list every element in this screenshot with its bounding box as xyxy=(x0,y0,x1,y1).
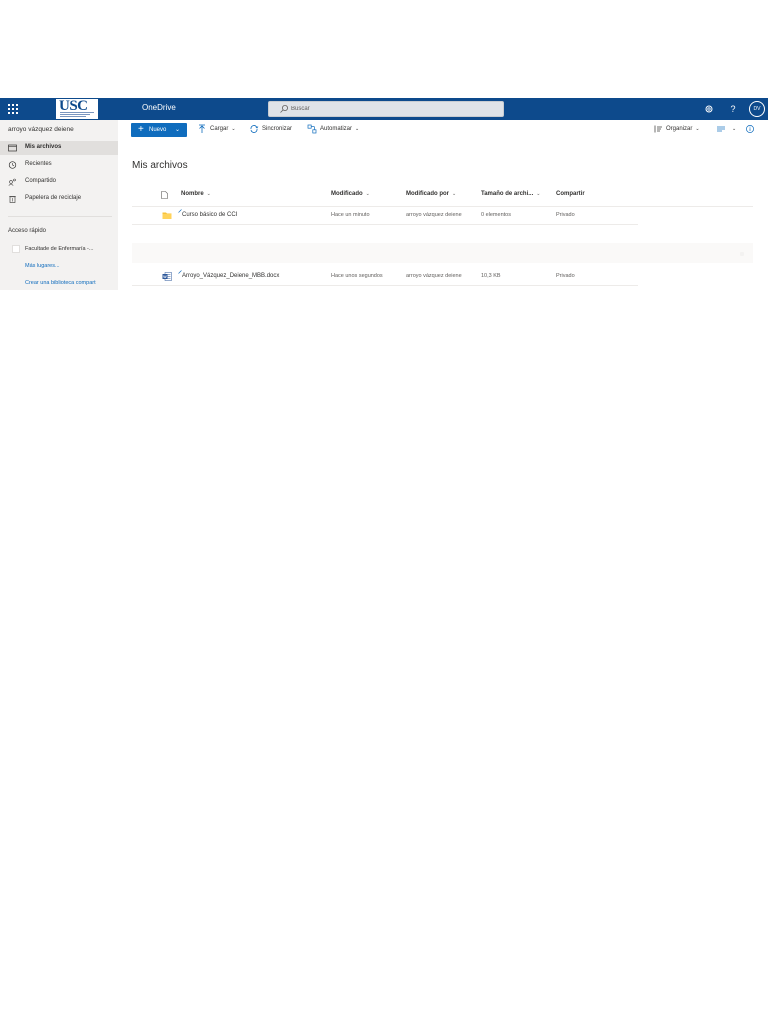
avatar[interactable]: DV xyxy=(749,101,765,117)
chevron-down-icon: ⌄ xyxy=(231,125,236,132)
modified-by-cell[interactable]: arroyo vázquez deiene xyxy=(406,212,462,218)
table-row[interactable]: W Arroyo_Vázquez_Deiene_MBB.docx Hace un… xyxy=(132,268,638,286)
plus-icon: + xyxy=(138,124,144,135)
modified-cell: Hace unos segundos xyxy=(331,273,383,279)
nav-item-label: Compartido xyxy=(25,178,57,184)
size-cell: 10,3 KB xyxy=(481,273,501,279)
upload-label: Cargar xyxy=(210,125,229,132)
nav-item-mis-archivos[interactable]: Mis archivos xyxy=(0,141,118,155)
nav-item-label: Papelera de reciclaje xyxy=(25,195,82,201)
folder-icon xyxy=(8,144,17,152)
modified-by-cell[interactable]: arroyo vázquez deiene xyxy=(406,273,462,279)
chevron-down-icon: ⌄ xyxy=(732,125,737,132)
sync-label: Sincronizar xyxy=(262,125,293,132)
details-pane-button[interactable] xyxy=(745,124,757,136)
upload-button[interactable]: Cargar ⌄ xyxy=(197,124,241,136)
recycle-bin-icon xyxy=(9,196,16,203)
search-box[interactable] xyxy=(268,101,504,117)
file-name[interactable]: Curso básico de CCI xyxy=(182,212,237,218)
organize-label: Organizar xyxy=(666,125,693,132)
view-options-button[interactable]: ⌄ xyxy=(716,124,736,136)
nav-item-label: Recientes xyxy=(25,161,52,167)
app-name[interactable]: OneDrive xyxy=(142,103,176,112)
chevron-down-icon: ⌄ xyxy=(452,191,457,197)
table-row[interactable]: Curso básico de CCI Hace un minuto arroy… xyxy=(132,207,638,225)
info-icon xyxy=(746,125,754,133)
app-launcher-icon[interactable] xyxy=(6,102,20,116)
automate-label: Automatizar xyxy=(320,125,353,132)
sync-button[interactable]: Sincronizar xyxy=(249,124,299,136)
file-name[interactable]: Arroyo_Vázquez_Deiene_MBB.docx xyxy=(182,273,279,279)
organize-button[interactable]: Organizar ⌄ xyxy=(653,124,709,136)
quick-access-title: Acceso rápido xyxy=(8,228,47,234)
file-type-icon[interactable] xyxy=(161,191,168,199)
create-library-link[interactable]: Crear una biblioteca compart xyxy=(25,280,96,286)
chevron-down-icon: ⌄ xyxy=(355,125,360,132)
quick-access-item-label: Facultade de Enfermaría -... xyxy=(25,246,94,252)
chevron-down-icon: ⌄ xyxy=(365,191,370,197)
left-navigation: arroyo vázquez deiene Mis archivos Recie… xyxy=(0,120,118,290)
column-size-label: Tamaño de archi... xyxy=(481,191,534,197)
column-header-size[interactable]: Tamaño de archi... ⌄ xyxy=(481,191,540,197)
column-header-modified-by[interactable]: Modificado por ⌄ xyxy=(406,191,456,197)
word-document-icon: W xyxy=(162,272,172,281)
quick-access-item[interactable]: Facultade de Enfermaría -... xyxy=(12,244,118,256)
chevron-down-icon: ⌄ xyxy=(536,191,541,197)
search-icon xyxy=(280,105,288,113)
nav-item-label: Mis archivos xyxy=(25,144,62,150)
folder-icon xyxy=(162,212,172,219)
more-places-link[interactable]: Más lugares... xyxy=(25,263,60,269)
column-header-name[interactable]: Nombre ⌄ xyxy=(181,191,211,197)
list-view-icon xyxy=(717,126,725,132)
column-modified-by-label: Modificado por xyxy=(406,191,449,197)
sort-icon xyxy=(654,125,662,133)
column-modified-label: Modificado xyxy=(331,191,363,197)
modified-cell: Hace un minuto xyxy=(331,212,370,218)
chevron-down-icon: ⌄ xyxy=(206,191,211,197)
new-button[interactable]: + Nuevo ⌄ xyxy=(131,123,187,137)
usc-logo[interactable]: USC xyxy=(56,98,98,119)
file-list-area: Mis archivos Nombre ⌄ Modificado ⌄ Modific… xyxy=(118,140,768,290)
empty-row xyxy=(132,243,753,263)
search-input[interactable] xyxy=(291,103,491,115)
column-sharing-label: Compartir xyxy=(556,191,585,197)
sharing-cell[interactable]: Privado xyxy=(556,212,575,218)
automate-icon xyxy=(307,124,317,134)
people-icon xyxy=(8,178,16,186)
nav-item-recientes[interactable]: Recientes xyxy=(0,158,118,172)
user-name: arroyo vázquez deiene xyxy=(8,126,74,133)
command-bar: + Nuevo ⌄ Cargar ⌄ Sincronizar Automatiza… xyxy=(118,120,768,140)
chevron-down-icon: ⌄ xyxy=(175,127,181,133)
automate-button[interactable]: Automatizar ⌄ xyxy=(307,124,367,136)
clock-icon xyxy=(8,161,17,169)
column-header-modified[interactable]: Modificado ⌄ xyxy=(331,191,370,197)
nav-divider xyxy=(8,216,112,217)
chevron-down-icon: ⌄ xyxy=(695,125,700,132)
settings-gear-icon[interactable] xyxy=(702,102,716,116)
nav-item-papelera[interactable]: Papelera de reciclaje xyxy=(0,192,118,206)
nav-item-compartido[interactable]: Compartido xyxy=(0,175,118,189)
sharing-cell[interactable]: Privado xyxy=(556,273,575,279)
site-icon xyxy=(12,245,20,253)
onedrive-window: USC OneDrive ? DV arroyo vázquez deiene … xyxy=(0,98,768,290)
column-header-sharing[interactable]: Compartir xyxy=(556,191,585,197)
size-cell: 0 elementos xyxy=(481,212,511,218)
sync-icon xyxy=(250,125,259,133)
svg-text:W: W xyxy=(163,275,167,279)
help-icon[interactable]: ? xyxy=(726,102,740,116)
suite-bar: USC OneDrive ? DV xyxy=(0,98,768,120)
column-name-label: Nombre xyxy=(181,191,204,197)
page-title: Mis archivos xyxy=(132,160,188,171)
new-button-label: Nuevo xyxy=(149,126,167,133)
upload-icon xyxy=(199,124,205,133)
